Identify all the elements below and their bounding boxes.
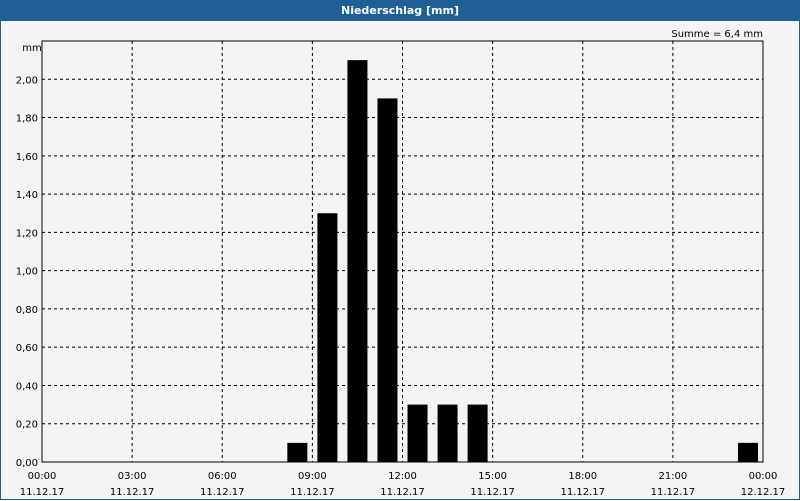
y-tick-label: 0,20 bbox=[16, 420, 38, 431]
y-axis-ticks: 0,00 0,20 0,40 0,60 0,80 1,00 1,20 1,40 1,60 1,80… bbox=[16, 75, 38, 469]
bar bbox=[437, 404, 458, 462]
precipitation-chart: 0,00 0,20 0,40 0,60 0,80 1,00 1,20 1,40 1,60 1,80… bbox=[16, 29, 786, 498]
x-tick-time: 15:00 bbox=[478, 471, 507, 482]
y-tick-label: 1,80 bbox=[16, 114, 38, 125]
y-tick-label: 0,00 bbox=[16, 458, 38, 469]
y-axis-unit-label: mm bbox=[22, 43, 41, 54]
x-axis-ticks: 00:00 11.12.17 03:00 11.12.17 06:00 11.12.17 0… bbox=[20, 471, 786, 498]
bar bbox=[467, 404, 488, 462]
grid-lines bbox=[42, 41, 763, 462]
chart-window: Niederschlag [mm] 0,00 0,20 0,40 0,60 0,80 1,… bbox=[0, 0, 800, 500]
y-tick-label: 0,60 bbox=[16, 343, 38, 354]
y-tick-label: 0,40 bbox=[16, 381, 38, 392]
x-tick-date: 11.12.17 bbox=[560, 487, 605, 498]
y-tick-label: 1,20 bbox=[16, 228, 38, 239]
x-tick-time: 00:00 bbox=[749, 471, 778, 482]
x-tick-date: 11.12.17 bbox=[110, 487, 155, 498]
x-tick-date: 11.12.17 bbox=[200, 487, 245, 498]
y-tick-label: 0,80 bbox=[16, 305, 38, 316]
x-tick-date: 11.12.17 bbox=[380, 487, 425, 498]
bar bbox=[407, 404, 428, 462]
bar bbox=[347, 60, 368, 463]
x-tick-time: 18:00 bbox=[568, 471, 597, 482]
x-tick-time: 03:00 bbox=[118, 471, 147, 482]
bar bbox=[317, 213, 338, 462]
bar bbox=[377, 98, 398, 462]
x-tick-date: 12.12.17 bbox=[741, 487, 786, 498]
sum-label: Summe = 6,4 mm bbox=[671, 29, 763, 40]
x-tick-time: 06:00 bbox=[208, 471, 237, 482]
x-tick-date: 11.12.17 bbox=[470, 487, 515, 498]
x-tick-time: 21:00 bbox=[658, 471, 687, 482]
y-tick-label: 1,00 bbox=[16, 267, 38, 278]
y-tick-label: 1,60 bbox=[16, 152, 38, 163]
x-tick-date: 11.12.17 bbox=[290, 487, 335, 498]
bar bbox=[287, 442, 308, 462]
y-tick-label: 1,40 bbox=[16, 190, 38, 201]
x-tick-time: 09:00 bbox=[298, 471, 327, 482]
bars-group bbox=[287, 60, 758, 463]
bar bbox=[737, 442, 758, 462]
x-tick-date: 11.12.17 bbox=[651, 487, 696, 498]
y-tick-label: 2,00 bbox=[16, 75, 38, 86]
x-tick-time: 00:00 bbox=[28, 471, 57, 482]
x-tick-date: 11.12.17 bbox=[20, 487, 65, 498]
x-tick-time: 12:00 bbox=[388, 471, 417, 482]
